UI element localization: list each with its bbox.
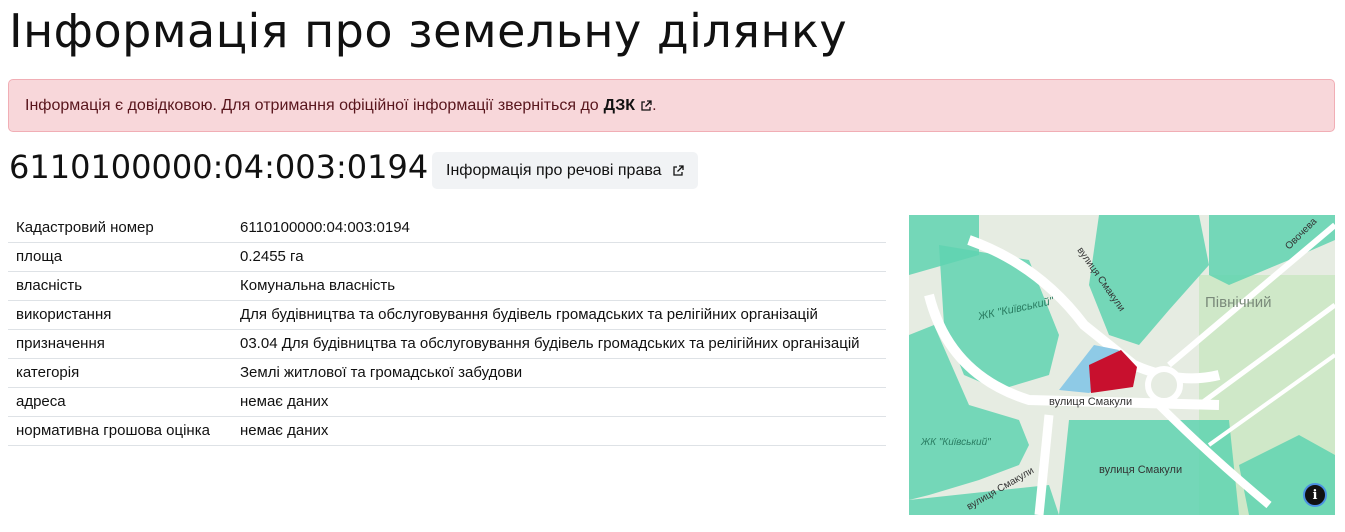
- row-key: власність: [8, 271, 232, 301]
- map-label-district: Північний: [1205, 294, 1272, 311]
- table-row: категорія Землі житлової та громадської з…: [8, 358, 886, 388]
- dzk-link-label[interactable]: ДЗК: [604, 97, 635, 115]
- row-value: 03.04 Для будівництва та обслуговування …: [232, 329, 886, 359]
- row-value: 6110100000:04:003:0194: [232, 214, 886, 243]
- row-key: адреса: [8, 387, 232, 417]
- map-canvas[interactable]: ЖК "Київський" ЖК "Київський" вулиця Сма…: [909, 215, 1335, 515]
- alert-text: Інформація є довідковою. Для отримання о…: [25, 96, 599, 114]
- table-row: нормативна грошова оцінка немає даних: [8, 416, 886, 446]
- property-rights-button-label: Інформація про речові права: [446, 161, 662, 179]
- table-row: використання Для будівництва та обслугову…: [8, 300, 886, 330]
- map-label-street1: вулиця Смакули: [1049, 396, 1132, 408]
- property-rights-button[interactable]: Інформація про речові права: [432, 152, 698, 189]
- row-value: Для будівництва та обслуговування будіве…: [232, 300, 886, 330]
- row-key: використання: [8, 300, 232, 330]
- table-row: адреса немає даних: [8, 387, 886, 417]
- external-link-icon: [641, 99, 652, 111]
- alert-suffix: .: [652, 96, 657, 114]
- page-title: Інформація про земельну ділянку: [9, 4, 848, 58]
- row-value: немає даних: [232, 387, 886, 417]
- table-row: площа 0.2455 га: [8, 242, 886, 272]
- reference-info-alert: Інформація є довідковою. Для отримання о…: [8, 79, 1335, 132]
- external-link-icon: [672, 164, 684, 176]
- row-key: нормативна грошова оцінка: [8, 416, 232, 446]
- table-row: власність Комунальна власність: [8, 271, 886, 301]
- row-value: Землі житлової та громадської забудови: [232, 358, 886, 388]
- row-value: Комунальна власність: [232, 271, 886, 301]
- map-info-icon[interactable]: i: [1303, 483, 1327, 507]
- map-label-street2: вулиця Смакули: [1099, 464, 1182, 476]
- table-row: Кадастровий номер 6110100000:04:003:0194: [8, 214, 886, 243]
- row-key: Кадастровий номер: [8, 214, 232, 243]
- map-label-complex2: ЖК "Київський": [920, 437, 991, 448]
- row-value: 0.2455 га: [232, 242, 886, 272]
- table-row: призначення 03.04 Для будівництва та обсл…: [8, 329, 886, 359]
- parcel-details-table: Кадастровий номер 6110100000:04:003:0194 …: [8, 214, 886, 446]
- parcel-map[interactable]: ЖК "Київський" ЖК "Київський" вулиця Сма…: [909, 215, 1335, 515]
- row-key: призначення: [8, 329, 232, 359]
- dzk-link[interactable]: ДЗК: [604, 97, 652, 115]
- row-key: площа: [8, 242, 232, 272]
- row-value: немає даних: [232, 416, 886, 446]
- row-key: категорія: [8, 358, 232, 388]
- cadastral-number-heading: 6110100000:04:003:0194: [9, 148, 429, 186]
